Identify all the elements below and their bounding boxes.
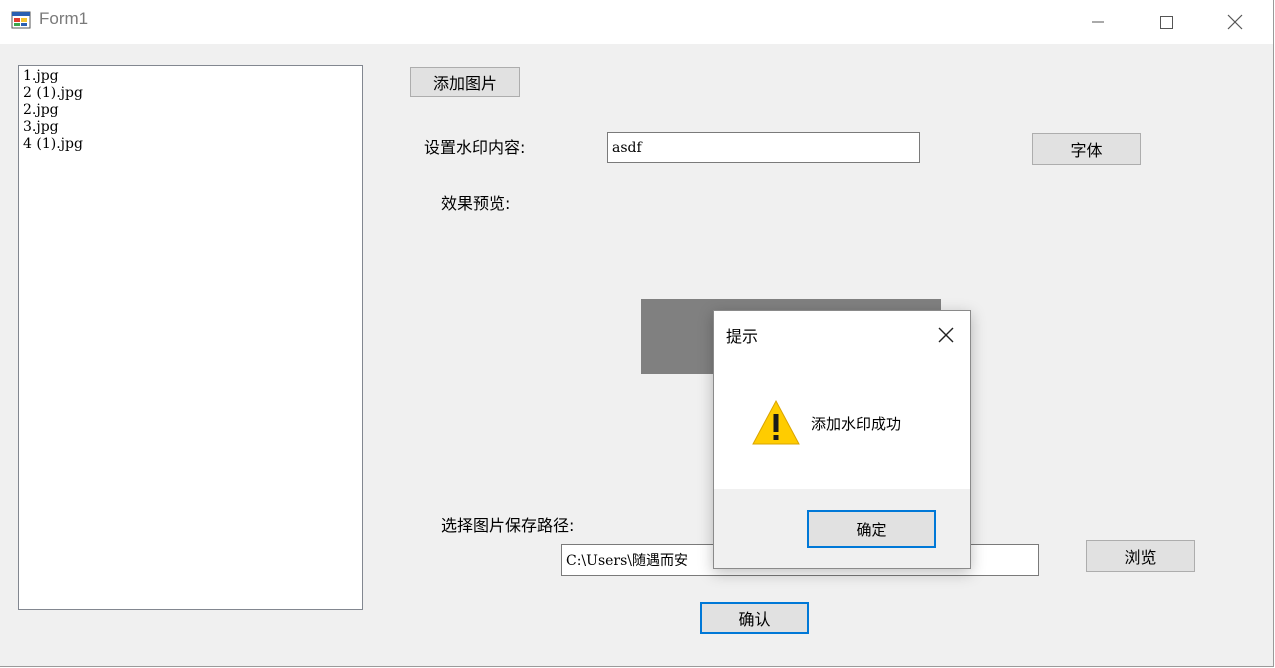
maximize-button[interactable] <box>1131 0 1201 44</box>
confirm-button[interactable]: 确认 <box>700 602 809 634</box>
list-item[interactable]: 3.jpg <box>19 119 83 136</box>
browse-button[interactable]: 浏览 <box>1086 540 1195 572</box>
image-file-list[interactable]: 1.jpg 2 (1).jpg 2.jpg 3.jpg 4 (1).jpg <box>18 65 363 610</box>
preview-label: 效果预览: <box>441 194 511 213</box>
close-icon <box>938 327 954 343</box>
ok-button[interactable]: 确定 <box>807 510 936 548</box>
dialog-title: 提示 <box>726 327 759 346</box>
add-image-button[interactable]: 添加图片 <box>410 67 520 97</box>
dialog-message: 添加水印成功 <box>811 415 902 433</box>
main-window: Form1 1.jpg 2 (1).jpg 2.jpg 3.jpg 4 (1).… <box>0 0 1274 667</box>
watermark-input[interactable]: asdf <box>607 132 920 163</box>
watermark-label: 设置水印内容: <box>424 138 526 157</box>
minimize-icon <box>1092 21 1104 23</box>
warning-icon <box>752 399 800 445</box>
app-icon <box>11 11 31 29</box>
list-item[interactable]: 1.jpg <box>19 68 83 85</box>
message-dialog: 提示 添加水印成功 确定 <box>713 310 971 569</box>
list-item[interactable]: 2 (1).jpg <box>19 85 83 102</box>
close-icon <box>1227 14 1243 30</box>
maximize-icon <box>1160 16 1173 29</box>
save-path-label: 选择图片保存路径: <box>441 516 575 535</box>
list-item[interactable]: 4 (1).jpg <box>19 136 83 153</box>
list-item[interactable]: 2.jpg <box>19 102 83 119</box>
title-bar[interactable]: Form1 <box>0 0 1273 44</box>
close-button[interactable] <box>1200 0 1270 44</box>
font-button[interactable]: 字体 <box>1032 133 1141 165</box>
minimize-button[interactable] <box>1063 0 1133 44</box>
dialog-footer: 确定 <box>714 489 970 568</box>
dialog-close-button[interactable] <box>932 321 960 349</box>
window-title: Form1 <box>39 9 89 28</box>
